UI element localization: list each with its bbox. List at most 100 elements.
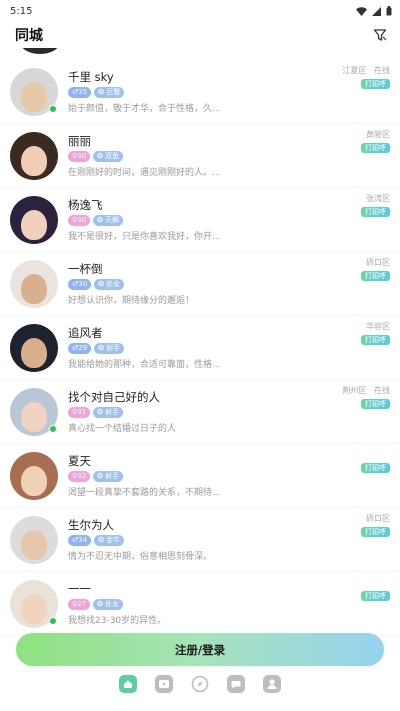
avatar-wrap (10, 387, 58, 436)
list-item[interactable]: 夏天 ♀32 ❂ 射手 渴望一段真挚不套路的关系，不期待... 打招呼 (0, 444, 400, 508)
zodiac-tag: ❂ 处女 (94, 278, 125, 290)
age-tag: ♀27 (68, 598, 91, 610)
list-item[interactable]: 一杯倒 ♂30 ❂ 处女 好想认识你，期待缘分的邂逅！ 硚口区 打招呼 (0, 252, 400, 316)
user-tags: ♀32 ❂ 射手 (68, 470, 390, 482)
user-location: 张湾区 (366, 194, 390, 203)
user-bio: 好想认识你，期待缘分的邂逅！ (68, 295, 195, 306)
list-item[interactable]: 千里 sky ♂35 ❂ 巨蟹 始于颜值，敬于才华，合于性格，久... 江夏区 … (0, 60, 400, 124)
user-info: 丽丽 ♀30 ❂ 双鱼 在刚刚好的时间，遇见刚刚好的人。... (68, 134, 390, 178)
age-tag: ♀32 (68, 470, 91, 482)
user-meta: 硚口区 打招呼 (361, 514, 390, 537)
user-bio: 我能给她的那种，合适可靠面，性格... (68, 359, 221, 370)
user-location: 黄陂区 (366, 130, 390, 139)
avatar-wrap (10, 131, 58, 180)
filter-icon (373, 29, 387, 41)
user-meta: 黄陂区 打招呼 (361, 130, 390, 153)
battery-icon (386, 6, 392, 16)
user-tags: ♂29 ❂ 射手 (68, 342, 390, 354)
user-location: 硚口区 (366, 258, 390, 267)
online-indicator (49, 424, 57, 433)
greet-button[interactable]: 打招呼 (361, 335, 390, 345)
nav-compass[interactable] (190, 675, 210, 696)
greet-button[interactable]: 打招呼 (361, 591, 390, 601)
nav-profile[interactable] (262, 675, 282, 697)
avatar-face (21, 465, 47, 496)
greet-button[interactable]: 打招呼 (361, 463, 390, 473)
user-bio: 在刚刚好的时间，遇见刚刚好的人。... (68, 167, 221, 178)
greet-button[interactable]: 打招呼 (361, 271, 390, 281)
list-item[interactable]: 找个对自己好的人 ♀31 ❂ 射手 真心找一个结婚过日子的人 荆州区 · 在线 … (0, 380, 400, 444)
avatar-wrap (10, 67, 58, 116)
user-tags: ♂30 ❂ 处女 (68, 278, 390, 290)
zodiac-tag: ❂ 金牛 (94, 534, 125, 546)
user-meta: 打招呼 (361, 578, 390, 601)
greet-button[interactable]: 打招呼 (361, 79, 390, 89)
avatar[interactable] (10, 131, 58, 180)
list-item[interactable]: 生尔为人 ♂34 ❂ 金牛 情为不忍无中期，俗意相思刻骨深。 硚口区 打招呼 (0, 508, 400, 572)
zodiac-tag: ❂ 射手 (93, 470, 124, 482)
nav-home[interactable] (118, 675, 138, 696)
status-time: 5:15 (10, 5, 33, 17)
zodiac-tag: ❂ 天蝎 (93, 214, 124, 226)
profile-icon (263, 675, 281, 697)
list-item[interactable]: 一一 ♀27 ❂ 处女 我想找23-30岁的异性。 打招呼 (0, 572, 400, 636)
user-meta: 江夏区 · 在线 打招呼 (342, 66, 390, 89)
age-tag: ♂30 (68, 278, 92, 290)
greet-button[interactable]: 打招呼 (361, 527, 390, 537)
signal-icon (372, 6, 381, 16)
avatar-face (21, 337, 47, 368)
avatar-face (21, 145, 47, 176)
user-name: 夏天 (68, 453, 91, 468)
user-location: 华容区 (366, 322, 390, 331)
age-tag: ♀30 (68, 214, 91, 226)
header: 同城 (0, 22, 400, 48)
age-tag: ♀30 (68, 150, 91, 162)
avatar-face (21, 593, 47, 624)
avatar-face (21, 81, 47, 112)
list-item[interactable]: 杨逸飞 ♀30 ❂ 天蝎 我不是很好，只是你喜欢我好，你开... 张湾区 打招呼 (0, 188, 400, 252)
user-location: 荆州区 · 在线 (342, 386, 390, 395)
avatar[interactable] (10, 323, 58, 372)
user-bio: 我不是很好，只是你喜欢我好，你开... (68, 231, 221, 242)
avatar-wrap (10, 259, 58, 308)
list-item[interactable]: 丽丽 ♀30 ❂ 双鱼 在刚刚好的时间，遇见刚刚好的人。... 黄陂区 打招呼 (0, 124, 400, 188)
online-indicator (49, 104, 57, 113)
user-location: 硚口区 (366, 514, 390, 523)
zodiac-tag: ❂ 射手 (93, 406, 124, 418)
user-bio: 始于颜值，敬于才华，合于性格，久... (68, 103, 221, 114)
zodiac-tag: ❂ 射手 (94, 342, 125, 354)
page-title: 同城 (15, 25, 43, 47)
zodiac-tag: ❂ 双鱼 (93, 150, 124, 162)
greet-button[interactable]: 打招呼 (361, 207, 390, 217)
user-meta: 荆州区 · 在线 打招呼 (342, 386, 390, 409)
user-tags: ♂34 ❂ 金牛 (68, 534, 390, 546)
status-icons (356, 6, 392, 16)
user-name: 丽丽 (68, 133, 91, 148)
avatar[interactable] (10, 195, 58, 244)
nav-video[interactable] (154, 675, 174, 696)
user-bio: 我想找23-30岁的异性。 (68, 615, 167, 626)
list-item-partial (0, 48, 400, 60)
online-indicator (49, 616, 57, 625)
filter-button[interactable] (370, 25, 390, 45)
nav-message[interactable] (226, 675, 246, 696)
greet-button[interactable]: 打招呼 (361, 399, 390, 409)
greet-button[interactable]: 打招呼 (361, 143, 390, 153)
avatar[interactable] (10, 515, 58, 564)
avatar[interactable] (10, 451, 58, 500)
avatar-face (21, 401, 47, 432)
user-bio: 渴望一段真挚不套路的关系，不期待... (68, 487, 221, 498)
user-name: 生尔为人 (68, 517, 114, 532)
user-tags: ♀27 ❂ 处女 (68, 598, 390, 610)
register-login-button[interactable]: 注册/登录 (16, 633, 384, 666)
avatar-wrap (10, 515, 58, 564)
avatar-face (21, 209, 47, 240)
user-info: 一一 ♀27 ❂ 处女 我想找23-30岁的异性。 (68, 582, 390, 626)
list-item[interactable]: 追风者 ♂29 ❂ 射手 我能给她的那种，合适可靠面，性格... 华容区 打招呼 (0, 316, 400, 380)
user-name: 追风者 (68, 325, 103, 340)
user-info: 一杯倒 ♂30 ❂ 处女 好想认识你，期待缘分的邂逅！ (68, 262, 390, 306)
avatar[interactable] (10, 259, 58, 308)
status-bar: 5:15 (0, 0, 400, 22)
avatar-wrap (10, 451, 58, 500)
user-tags: ♀30 ❂ 天蝎 (68, 214, 390, 226)
